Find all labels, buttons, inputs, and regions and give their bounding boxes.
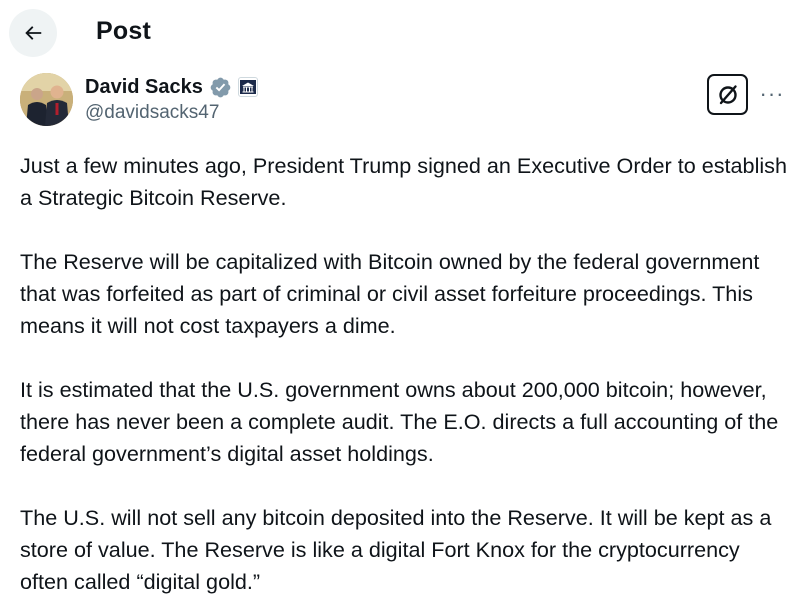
grok-button[interactable]: [707, 74, 748, 115]
more-options-icon: ···: [759, 81, 785, 106]
more-options-button[interactable]: ···: [758, 80, 786, 108]
tweet-paragraph: The Reserve will be capitalized with Bit…: [20, 249, 760, 338]
avatar[interactable]: [20, 73, 73, 126]
tweet-text: Just a few minutes ago, President Trump …: [20, 150, 790, 615]
author-name[interactable]: David Sacks: [85, 76, 203, 99]
post-header: Post: [0, 0, 797, 64]
tweet-paragraph: Just a few minutes ago, President Trump …: [20, 153, 787, 210]
author-name-row: David Sacks: [85, 74, 258, 100]
white-house-badge-icon[interactable]: [237, 77, 258, 97]
author-handle[interactable]: @davidsacks47: [85, 102, 219, 124]
tweet-paragraph: The U.S. will not sell any bitcoin depos…: [20, 505, 772, 594]
arrow-left-icon: [25, 26, 42, 40]
tweet-paragraph: It is estimated that the U.S. government…: [20, 377, 779, 466]
grok-icon: [718, 84, 737, 104]
verified-badge-icon[interactable]: [209, 76, 232, 99]
page-title: Post: [96, 17, 151, 45]
avatar-image: [20, 73, 73, 126]
post-page: Post David Sacks @davidsacks47 ··· Just …: [0, 0, 797, 615]
back-button[interactable]: [9, 9, 57, 57]
